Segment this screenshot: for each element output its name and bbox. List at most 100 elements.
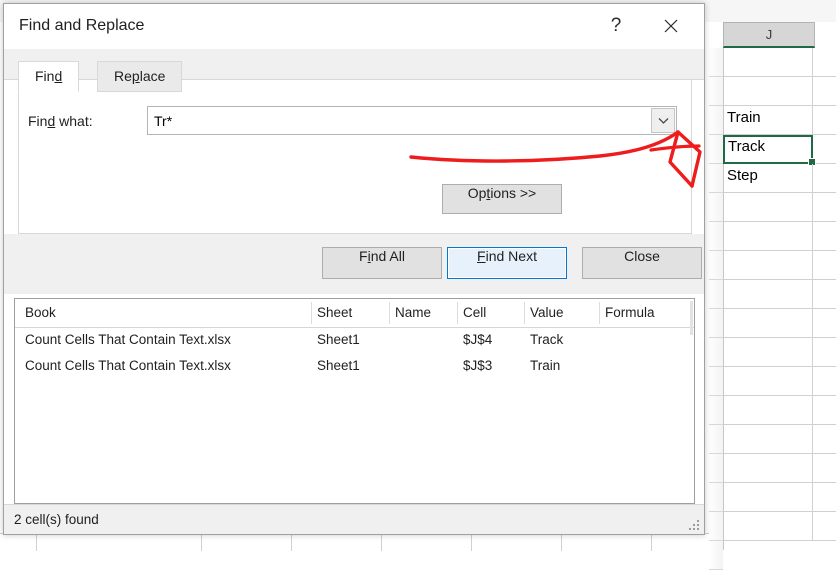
resize-grip-icon[interactable]: [688, 519, 700, 531]
results-scrollbar[interactable]: [690, 299, 694, 503]
find-what-input[interactable]: [148, 107, 653, 134]
find-next-button[interactable]: Find Next: [447, 247, 567, 279]
row-header-cell[interactable]: [709, 367, 723, 396]
options-button[interactable]: Options >>: [442, 184, 562, 214]
row-header-cell[interactable]: [709, 541, 723, 570]
bottom-grid-column-line: [35, 534, 37, 551]
column-header-J[interactable]: J: [723, 22, 815, 48]
grid-cell[interactable]: Train: [723, 106, 813, 134]
grid-row: [723, 280, 836, 309]
bottom-grid-column-line: [380, 534, 382, 551]
grid-cell[interactable]: [723, 454, 813, 482]
grid-cell[interactable]: [723, 425, 813, 453]
row-header-cell[interactable]: [709, 77, 723, 106]
row-header-cell[interactable]: [709, 48, 723, 77]
grid-cell[interactable]: [814, 309, 836, 337]
grid-row: [723, 309, 836, 338]
grid-cell[interactable]: [723, 251, 813, 279]
find-all-label-b: nd All: [370, 248, 405, 264]
grid-cell[interactable]: [814, 454, 836, 482]
table-row[interactable]: Count Cells That Contain Text.xlsx Sheet1…: [15, 354, 694, 380]
grid-row: [723, 483, 836, 512]
grid-cell[interactable]: [814, 425, 836, 453]
grid-cell[interactable]: Step: [723, 164, 813, 192]
grid-cell[interactable]: [723, 367, 813, 395]
results-column-divider-0[interactable]: [311, 302, 312, 324]
grid-cell[interactable]: [814, 164, 836, 192]
excel-bottom-grid: [0, 533, 709, 551]
tab-find[interactable]: Find: [18, 61, 80, 92]
results-column-divider-3[interactable]: [524, 302, 525, 324]
grid-row: [723, 454, 836, 483]
selected-cell[interactable]: Track: [723, 135, 813, 164]
grid-cell[interactable]: [723, 222, 813, 250]
options-label-b: ions >>: [490, 185, 537, 201]
row-header-cell[interactable]: [709, 425, 723, 454]
grid-cell[interactable]: [814, 106, 836, 134]
row-header-cell[interactable]: [709, 251, 723, 280]
results-column-header-value[interactable]: Value: [530, 305, 564, 320]
row-header-cell[interactable]: [709, 135, 723, 164]
grid-cell[interactable]: [814, 77, 836, 105]
grid-cell[interactable]: [814, 193, 836, 221]
results-column-header-formula[interactable]: Formula: [605, 305, 655, 320]
status-text: 2 cell(s) found: [14, 512, 99, 527]
row-header-cell[interactable]: [709, 222, 723, 251]
grid-cell[interactable]: [814, 512, 836, 540]
row-header-cell[interactable]: [709, 483, 723, 512]
results-column-header-book[interactable]: Book: [25, 305, 56, 320]
find-all-button[interactable]: Find All: [322, 247, 442, 279]
row-header-cell[interactable]: [709, 280, 723, 309]
grid-cell[interactable]: [814, 280, 836, 308]
row-header-cell[interactable]: [709, 164, 723, 193]
row-header-cell[interactable]: [709, 309, 723, 338]
grid-cell[interactable]: [723, 483, 813, 511]
results-scrollbar-thumb[interactable]: [690, 301, 693, 335]
grid-cell[interactable]: [814, 135, 836, 163]
help-icon[interactable]: ?: [599, 10, 633, 42]
results-column-divider-2[interactable]: [457, 302, 458, 324]
grid-cell[interactable]: [723, 77, 813, 105]
results-column-divider-1[interactable]: [389, 302, 390, 324]
results-column-divider-4[interactable]: [599, 302, 600, 324]
grid-cell[interactable]: [723, 48, 813, 76]
grid-cell[interactable]: [814, 48, 836, 76]
grid-cell[interactable]: [723, 193, 813, 221]
grid-cell[interactable]: [814, 367, 836, 395]
grid-cell[interactable]: [723, 309, 813, 337]
grid-cell[interactable]: [723, 280, 813, 308]
tab-replace[interactable]: Replace: [97, 61, 183, 92]
row-header-cell[interactable]: [709, 106, 723, 135]
grid-cell[interactable]: [814, 222, 836, 250]
grid-row: [723, 338, 836, 367]
grid-cell[interactable]: [814, 338, 836, 366]
grid-cell[interactable]: [814, 483, 836, 511]
row-header-cell[interactable]: [709, 338, 723, 367]
close-x-glyph: [664, 19, 678, 33]
grid-cell[interactable]: [814, 396, 836, 424]
close-button[interactable]: Close: [582, 247, 702, 279]
row-header-cell[interactable]: [709, 396, 723, 425]
table-row[interactable]: Count Cells That Contain Text.xlsx Sheet1…: [15, 328, 694, 354]
results-column-header-sheet[interactable]: Sheet: [317, 305, 352, 320]
bottom-grid-column-line: [650, 534, 652, 551]
grid-cell[interactable]: [723, 338, 813, 366]
grid-cell[interactable]: [814, 251, 836, 279]
find-next-mnemonic: F: [477, 248, 486, 264]
grid-row: [723, 512, 836, 541]
grid-cell[interactable]: [723, 396, 813, 424]
dialog-title: Find and Replace: [19, 17, 145, 34]
row-header-cell[interactable]: [709, 193, 723, 222]
grid-row: [723, 77, 836, 106]
results-column-header-name[interactable]: Name: [395, 305, 431, 320]
row-header-cell[interactable]: [709, 454, 723, 483]
close-icon[interactable]: [654, 10, 688, 42]
chevron-down-icon[interactable]: [651, 108, 675, 133]
results-column-header-cell[interactable]: Cell: [463, 305, 486, 320]
result-cell-sheet: Sheet1: [317, 332, 360, 347]
row-header-cell[interactable]: [709, 512, 723, 541]
search-results-list[interactable]: Book Sheet Name Cell Value Formula Count Cell…: [14, 298, 695, 504]
grid-cell[interactable]: [723, 512, 813, 540]
tab-replace-label-b: lace: [139, 68, 166, 84]
find-what-combobox[interactable]: [147, 106, 677, 135]
